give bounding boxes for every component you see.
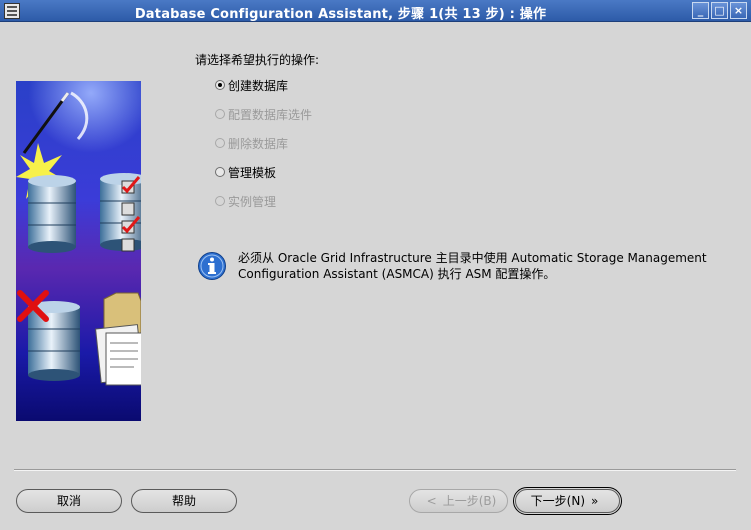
radio-button[interactable] — [215, 109, 225, 119]
option-configure-options[interactable]: 配置数据库选件 — [215, 106, 312, 122]
minimize-icon[interactable]: _ — [692, 2, 709, 19]
option-label: 配置数据库选件 — [228, 107, 313, 122]
next-button[interactable]: 下一步(N) » — [513, 487, 622, 515]
footer-separator — [14, 469, 736, 471]
option-manage-templates[interactable]: 管理模板 — [215, 164, 276, 180]
close-icon[interactable]: × — [730, 2, 747, 19]
window-controls: _ □ × — [692, 2, 747, 19]
operation-prompt: 请选择希望执行的操作: — [195, 53, 320, 67]
window-title: Database Configuration Assistant, 步骤 1(共… — [134, 7, 547, 22]
option-instance-management[interactable]: 实例管理 — [215, 193, 276, 209]
info-line: 必须从 Oracle Grid Infrastructure 主目录中使用 Au… — [238, 251, 707, 265]
cancel-button[interactable]: 取消 — [16, 489, 122, 513]
chevron-left-icon: < — [426, 494, 437, 508]
option-create-database[interactable]: 创建数据库 — [215, 77, 288, 93]
radio-button[interactable] — [215, 196, 225, 206]
radio-button[interactable] — [215, 138, 225, 148]
option-label: 删除数据库 — [228, 136, 289, 151]
help-button[interactable]: 帮助 — [131, 489, 237, 513]
info-icon — [198, 252, 226, 280]
title-bar[interactable]: Database Configuration Assistant, 步骤 1(共… — [0, 0, 751, 22]
database-icon — [100, 173, 141, 251]
radio-button[interactable] — [215, 80, 225, 90]
back-button[interactable]: < 上一步(B) — [409, 489, 508, 513]
back-button-label: 上一步(B) — [442, 494, 497, 508]
option-label: 实例管理 — [228, 194, 277, 209]
maximize-icon[interactable]: □ — [711, 2, 728, 19]
radio-button[interactable] — [215, 167, 225, 177]
wizard-illustration — [16, 81, 141, 421]
chevron-right-icon: » — [591, 494, 599, 508]
next-button-label: 下一步(N) — [530, 494, 585, 508]
asm-info-message: 必须从 Oracle Grid Infrastructure 主目录中使用 Au… — [238, 250, 708, 282]
info-line: Configuration Assistant (ASMCA) 执行 ASM 配… — [238, 267, 556, 281]
option-delete-database[interactable]: 删除数据库 — [215, 135, 288, 151]
option-label: 管理模板 — [228, 165, 277, 180]
database-icon — [28, 175, 76, 253]
option-label: 创建数据库 — [228, 78, 289, 93]
dialog-window: Database Configuration Assistant, 步骤 1(共… — [0, 0, 751, 530]
